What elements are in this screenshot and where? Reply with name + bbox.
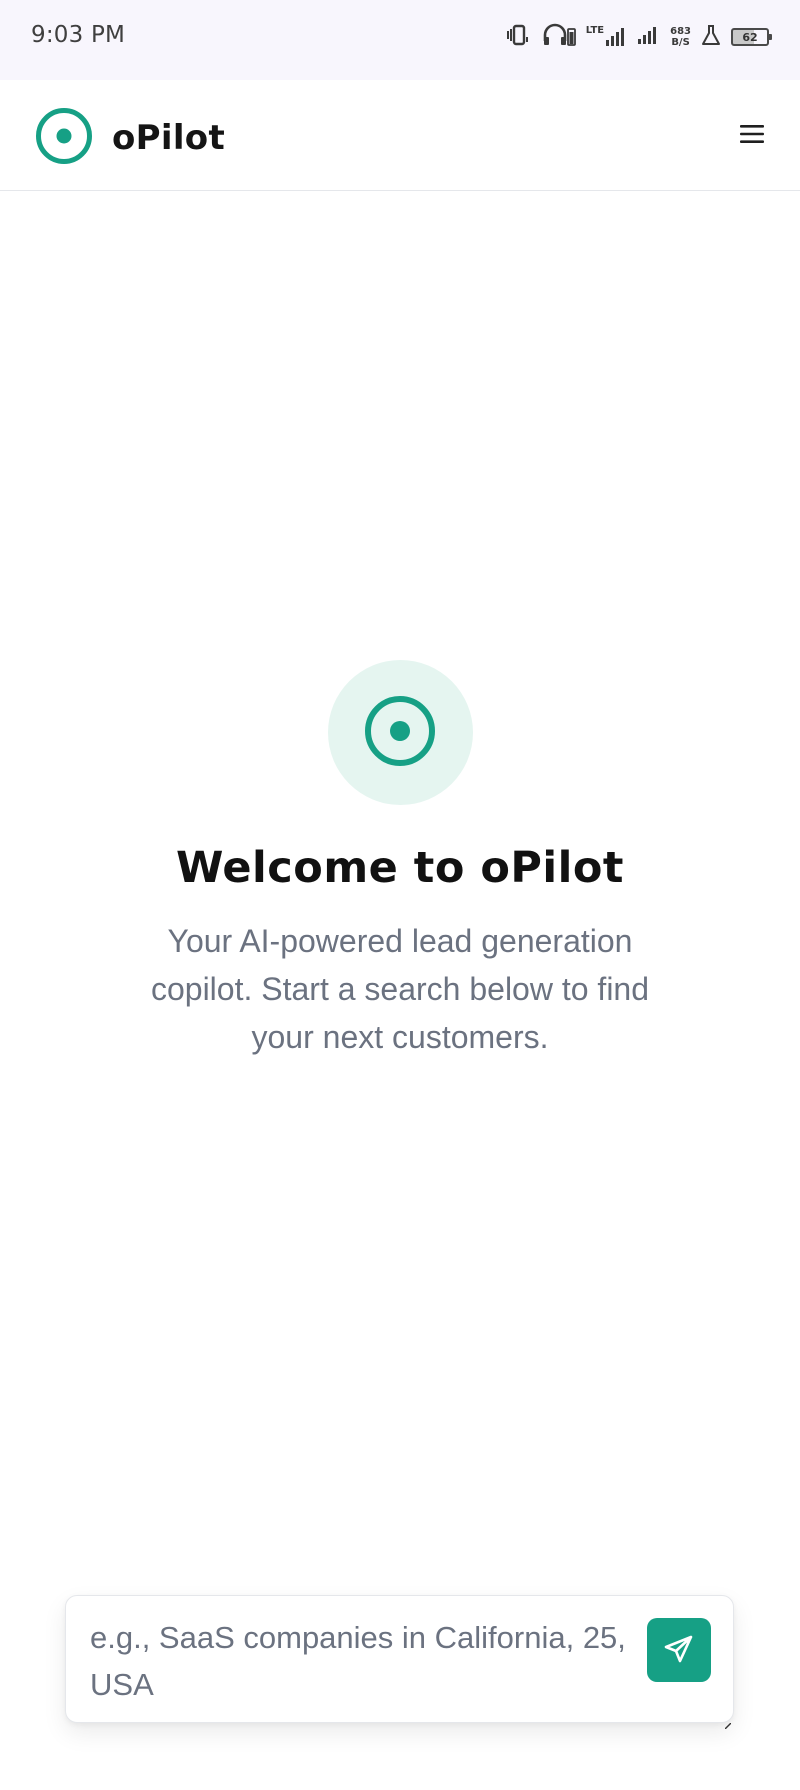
resize-grip-icon[interactable] xyxy=(724,1714,732,1730)
flask-icon xyxy=(701,24,721,50)
search-box xyxy=(65,1595,734,1730)
battery-icon: 62 xyxy=(731,28,772,46)
send-button[interactable] xyxy=(647,1618,711,1682)
status-bar: 9:03 PM LTE 683 B/S 62 xyxy=(0,0,800,80)
network-speed-value: 683 xyxy=(670,26,691,37)
logo-icon xyxy=(34,106,94,170)
network-speed: 683 B/S xyxy=(670,26,691,48)
brand[interactable]: oPilot xyxy=(34,106,225,170)
menu-button[interactable] xyxy=(734,118,770,154)
send-icon xyxy=(663,1633,695,1668)
app-name: oPilot xyxy=(112,118,225,158)
welcome-badge xyxy=(327,660,473,805)
lte-label: LTE xyxy=(585,25,605,36)
hamburger-menu-icon xyxy=(739,123,765,149)
signal-icon xyxy=(638,24,660,50)
welcome-section: Welcome to oPilot Your AI-powered lead g… xyxy=(0,660,800,1061)
status-icons: LTE 683 B/S 62 xyxy=(506,20,772,54)
target-icon xyxy=(364,695,436,771)
headphones-battery-icon xyxy=(542,23,576,51)
search-input[interactable] xyxy=(90,1614,630,1710)
network-speed-unit: B/S xyxy=(671,37,690,48)
welcome-subtitle: Your AI-powered lead generation copilot.… xyxy=(150,923,650,1055)
app-header: oPilot xyxy=(0,80,800,191)
vibrate-icon xyxy=(506,23,532,51)
status-time: 9:03 PM xyxy=(31,22,126,48)
lte-signal-icon: LTE xyxy=(586,26,628,48)
welcome-title: Welcome to oPilot xyxy=(176,843,624,893)
